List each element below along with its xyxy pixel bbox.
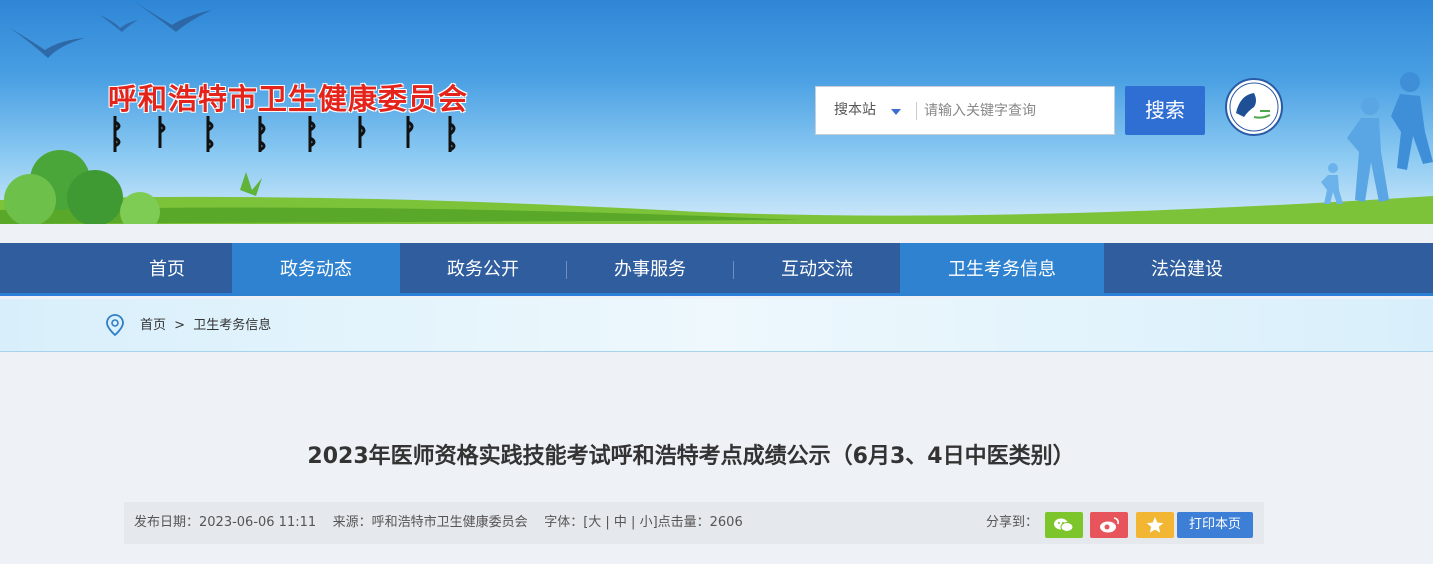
site-header: 呼和浩特市卫生健康委员会 搜本站 搜索 — [0, 0, 1433, 224]
search-box: 搜本站 — [815, 86, 1115, 135]
breadcrumb: 首页 > 卫生考务信息 — [140, 299, 271, 352]
article-meta: 发布日期：2023-06-06 11:11 来源：呼和浩特市卫生健康委员会 字体… — [134, 515, 743, 530]
search-button[interactable]: 搜索 — [1125, 86, 1205, 135]
search-input[interactable] — [924, 95, 1104, 126]
caret-down-icon[interactable] — [891, 109, 901, 115]
article-meta-bar: 发布日期：2023-06-06 11:11 来源：呼和浩特市卫生健康委员会 字体… — [124, 502, 1264, 544]
share-label: 分享到： — [986, 515, 1039, 530]
weibo-share-button[interactable] — [1090, 512, 1128, 538]
nav-item-government-disclosure[interactable]: 政务公开 — [400, 243, 566, 296]
nav-item-government-news[interactable]: 政务动态 — [232, 243, 400, 296]
favorite-button[interactable] — [1136, 512, 1174, 538]
nav-item-interaction[interactable]: 互动交流 — [734, 243, 900, 296]
wechat-icon — [1054, 518, 1074, 532]
star-icon — [1146, 517, 1164, 533]
landscape-decoration — [0, 150, 1433, 224]
nav-item-home[interactable]: 首页 — [108, 243, 226, 296]
nav-item-exam-info[interactable]: 卫生考务信息 — [900, 243, 1104, 296]
search-scope-select[interactable]: 搜本站 — [834, 87, 876, 134]
birds-decoration — [10, 2, 212, 58]
breadcrumb-home[interactable]: 首页 — [140, 318, 166, 333]
wechat-share-button[interactable] — [1045, 512, 1083, 538]
main-nav: 首页 政务动态 政务公开 办事服务 互动交流 卫生考务信息 法治建设 — [0, 243, 1433, 296]
runners-decoration — [1321, 72, 1433, 204]
mongolian-script-logo — [113, 116, 456, 152]
weibo-icon — [1100, 517, 1119, 533]
print-button[interactable]: 打印本页 — [1177, 512, 1253, 538]
breadcrumb-separator: > — [174, 318, 186, 333]
nav-item-services[interactable]: 办事服务 — [567, 243, 733, 296]
nav-item-rule-of-law[interactable]: 法治建设 — [1104, 243, 1270, 296]
search-divider — [916, 102, 917, 120]
breadcrumb-current[interactable]: 卫生考务信息 — [193, 318, 271, 333]
breadcrumb-bar: 首页 > 卫生考务信息 — [0, 299, 1433, 352]
article-title: 2023年医师资格实践技能考试呼和浩特考点成绩公示（6月3、4日中医类别） — [307, 444, 1075, 469]
location-pin-icon — [106, 314, 124, 336]
emblem-logo — [1225, 78, 1283, 136]
